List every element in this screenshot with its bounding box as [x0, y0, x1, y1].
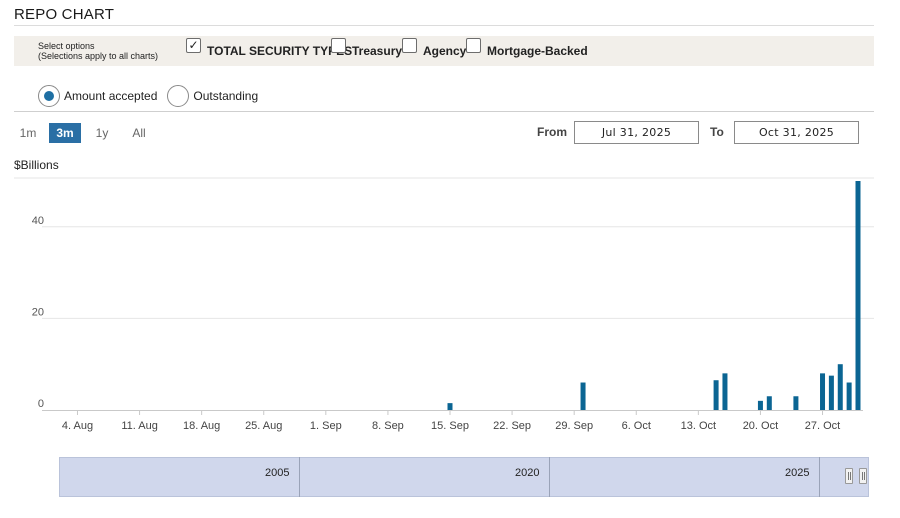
from-label: From — [537, 125, 567, 139]
checkbox-treasury[interactable]: Treasury — [331, 38, 403, 58]
range-3m-button[interactable]: 3m — [49, 123, 81, 143]
checkmark-icon: ✓ — [188, 38, 199, 52]
x-tick-label: 15. Sep — [431, 420, 469, 432]
radio-outstanding-label: Outstanding — [193, 89, 259, 103]
radio-outstanding-circle[interactable] — [167, 85, 190, 107]
radio-outstanding[interactable]: Outstanding — [167, 85, 258, 107]
y-tick-label: 40 — [32, 215, 44, 227]
bar — [846, 382, 852, 410]
navigator-divider — [819, 457, 820, 497]
checkbox-agency[interactable]: Agency — [402, 38, 467, 58]
bar — [820, 373, 826, 410]
navigator-divider — [549, 457, 550, 497]
checkbox-mortgage-backed-box[interactable] — [466, 38, 481, 53]
navigator-right-handle[interactable] — [859, 468, 867, 484]
y-tick-label: 0 — [38, 398, 44, 410]
x-tick-label: 20. Oct — [743, 420, 778, 432]
checkbox-treasury-box[interactable] — [331, 38, 346, 53]
to-label: To — [710, 125, 724, 139]
checkbox-agency-box[interactable] — [402, 38, 417, 53]
radio-divider — [14, 111, 874, 112]
checkbox-agency-label: Agency — [423, 43, 467, 58]
radio-amount-accepted-circle[interactable] — [38, 85, 60, 107]
x-tick-label: 4. Aug — [62, 420, 93, 432]
x-tick-label: 29. Sep — [555, 420, 593, 432]
repo-bar-chart: 0 20 40 4. Aug 11. Aug 18. Aug 25. Aug 1. Sep 8.… — [14, 177, 874, 432]
options-label-line2: (Selections apply to all charts) — [38, 51, 159, 61]
x-tick-label: 13. Oct — [681, 420, 716, 432]
bar — [580, 382, 586, 410]
range-all-button[interactable]: All — [124, 123, 154, 143]
metric-radio-group: Amount accepted Outstanding — [38, 85, 268, 107]
checkbox-total-security-types[interactable]: ✓ TOTAL SECURITY TYPES — [186, 38, 352, 58]
navigator-label-2005: 2005 — [265, 467, 290, 479]
title-divider — [14, 25, 874, 26]
checkbox-treasury-label: Treasury — [352, 43, 403, 58]
radio-amount-accepted[interactable]: Amount accepted — [38, 85, 157, 107]
x-tick-label: 18. Aug — [183, 420, 220, 432]
bar — [828, 375, 834, 410]
x-tick-label: 8. Sep — [372, 420, 404, 432]
options-bar: Select options (Selections apply to all … — [14, 36, 874, 66]
bar — [855, 181, 861, 410]
navigator-left-handle[interactable] — [845, 468, 853, 484]
navigator-divider — [299, 457, 300, 497]
x-tick-label: 6. Oct — [622, 420, 651, 432]
bar — [447, 403, 453, 410]
y-tick-label: 20 — [32, 306, 44, 318]
navigator-label-2020: 2020 — [515, 467, 540, 479]
bar — [766, 396, 772, 410]
bar — [722, 373, 728, 410]
radio-amount-accepted-label: Amount accepted — [64, 89, 158, 103]
bar — [713, 380, 719, 410]
checkbox-mortgage-backed[interactable]: Mortgage-Backed — [466, 38, 588, 58]
options-label: Select options (Selections apply to all … — [38, 41, 158, 61]
bar — [837, 364, 843, 410]
from-date-input[interactable]: Jul 31, 2025 — [574, 121, 699, 144]
x-tick-label: 25. Aug — [245, 420, 282, 432]
x-tick-label: 27. Oct — [805, 420, 840, 432]
navigator-background — [59, 457, 869, 497]
x-tick-label: 22. Sep — [493, 420, 531, 432]
range-1y-button[interactable]: 1y — [88, 123, 116, 143]
x-tick-label: 11. Aug — [121, 420, 158, 432]
bar — [793, 396, 799, 410]
checkbox-mortgage-backed-label: Mortgage-Backed — [487, 43, 588, 58]
to-date-input[interactable]: Oct 31, 2025 — [734, 121, 859, 144]
checkbox-total-security-types-box[interactable]: ✓ — [186, 38, 201, 53]
range-navigator[interactable]: 2005 2020 2025 — [59, 457, 869, 497]
x-tick-label: 1. Sep — [310, 420, 342, 432]
chart-title: REPO CHART — [14, 6, 115, 23]
navigator-label-2025: 2025 — [785, 467, 810, 479]
bar — [757, 400, 763, 410]
options-label-line1: Select options — [38, 41, 95, 51]
range-1m-button[interactable]: 1m — [14, 123, 42, 143]
